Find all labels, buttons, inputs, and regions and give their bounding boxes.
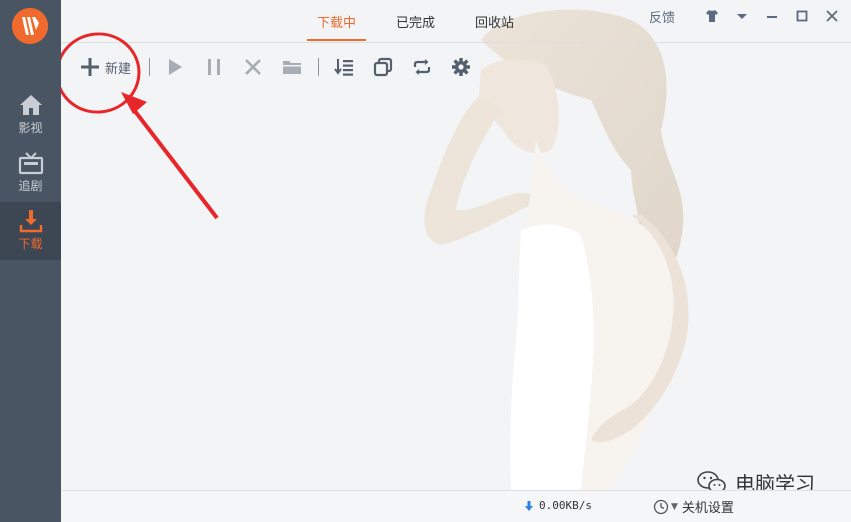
feedback-link[interactable]: 反馈 xyxy=(649,7,675,26)
maximize-icon xyxy=(796,10,808,22)
home-icon xyxy=(19,95,42,115)
download-speed-value: 0.00KB/s xyxy=(539,499,592,512)
play-icon xyxy=(169,59,183,75)
close-icon xyxy=(245,59,261,75)
open-folder-button[interactable] xyxy=(279,54,305,80)
app-logo xyxy=(12,8,48,44)
chevron-down-icon: ▼ xyxy=(671,501,678,512)
delete-button[interactable] xyxy=(240,54,266,80)
toolbar-separator xyxy=(149,58,151,76)
sidebar-item-movies[interactable]: 影视 xyxy=(0,86,61,144)
arrow-down-icon xyxy=(525,500,533,511)
maximize-button[interactable] xyxy=(791,6,813,26)
close-button[interactable] xyxy=(821,6,843,26)
pause-button[interactable] xyxy=(201,54,227,80)
status-bar: 0.00KB/s ▼ 关机设置 xyxy=(61,490,851,522)
skin-button[interactable] xyxy=(701,6,723,26)
sidebar-item-download[interactable]: 下载 xyxy=(0,202,61,260)
list-sort-icon xyxy=(334,59,354,76)
toolbar: 新建 xyxy=(79,52,487,82)
pause-icon xyxy=(208,59,221,75)
sidebar-item-series[interactable]: 追剧 xyxy=(0,144,61,202)
shutdown-settings-label: 关机设置 xyxy=(681,501,734,516)
sidebar-item-label: 下载 xyxy=(18,237,43,251)
window-controls: 反馈 xyxy=(649,6,843,26)
chevron-down-icon xyxy=(737,14,747,19)
shutdown-settings-button[interactable]: ▼ 关机设置 xyxy=(653,497,734,516)
download-speed: 0.00KB/s xyxy=(523,499,592,512)
refresh-button[interactable] xyxy=(409,54,435,80)
sidebar: 影视 追剧 下载 xyxy=(0,0,61,522)
tv-icon xyxy=(18,152,43,175)
repeat-icon xyxy=(413,59,431,75)
download-icon xyxy=(19,210,42,233)
start-button[interactable] xyxy=(162,54,188,80)
minimize-icon xyxy=(767,16,777,18)
tab-recycle-bin[interactable]: 回收站 xyxy=(465,12,524,41)
new-task-label: 新建 xyxy=(105,61,132,77)
tab-bar: 下载中 已完成 回收站 xyxy=(307,12,544,42)
plus-icon xyxy=(81,58,99,76)
copy-icon xyxy=(373,57,393,77)
main-panel: 下载中 已完成 回收站 反馈 新建 电脑学习 0.00KB/s ▼ 关机设置 xyxy=(61,0,851,522)
logo-icon xyxy=(12,8,48,44)
close-icon xyxy=(826,10,838,22)
sidebar-item-label: 追剧 xyxy=(18,179,43,193)
folder-icon xyxy=(283,61,302,74)
clock-icon xyxy=(653,499,669,514)
sidebar-item-label: 影视 xyxy=(18,121,43,135)
sort-list-button[interactable] xyxy=(331,54,357,80)
tshirt-icon xyxy=(706,10,718,22)
gear-icon xyxy=(452,58,471,76)
minimize-button[interactable] xyxy=(761,6,783,26)
tab-downloading[interactable]: 下载中 xyxy=(307,12,367,41)
toolbar-separator xyxy=(318,58,320,76)
settings-button[interactable] xyxy=(448,54,474,80)
copy-link-button[interactable] xyxy=(370,54,396,80)
header-divider xyxy=(61,42,851,43)
tab-completed[interactable]: 已完成 xyxy=(386,12,445,41)
menu-dropdown-button[interactable] xyxy=(731,6,753,26)
new-task-button[interactable]: 新建 xyxy=(79,56,131,78)
